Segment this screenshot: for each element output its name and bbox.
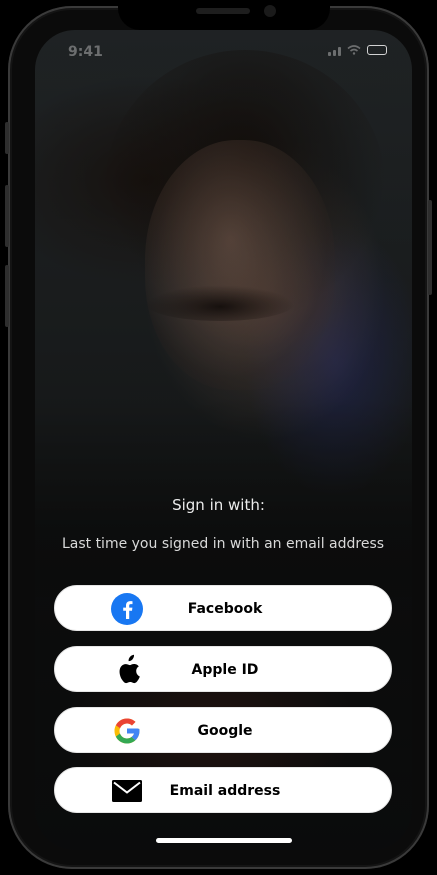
power-button: [428, 200, 432, 295]
home-indicator[interactable]: [156, 838, 292, 843]
apple-id-button-label: Apple ID: [191, 662, 259, 678]
status-time: 9:41: [68, 44, 103, 60]
notch: [118, 0, 330, 30]
facebook-sign-in-button[interactable]: Facebook: [54, 585, 392, 631]
last-sign-in-hint: Last time you signed in with an email ad…: [61, 536, 385, 552]
status-icons: [328, 44, 387, 56]
signal-icon: [328, 44, 341, 56]
sign-in-heading: Sign in with:: [172, 496, 265, 514]
wifi-icon: [347, 45, 361, 55]
email-button-label: Email address: [169, 783, 281, 799]
mute-switch: [5, 122, 9, 154]
volume-down-button: [5, 265, 9, 327]
apple-id-sign-in-button[interactable]: Apple ID: [54, 646, 392, 692]
battery-icon: [367, 45, 387, 55]
google-button-label: Google: [197, 723, 253, 739]
volume-up-button: [5, 185, 9, 247]
facebook-button-label: Facebook: [187, 601, 263, 617]
front-camera: [264, 5, 276, 17]
speaker-grille: [196, 8, 250, 14]
google-sign-in-button[interactable]: Google: [54, 707, 392, 753]
email-sign-in-button[interactable]: Email address: [54, 767, 392, 813]
